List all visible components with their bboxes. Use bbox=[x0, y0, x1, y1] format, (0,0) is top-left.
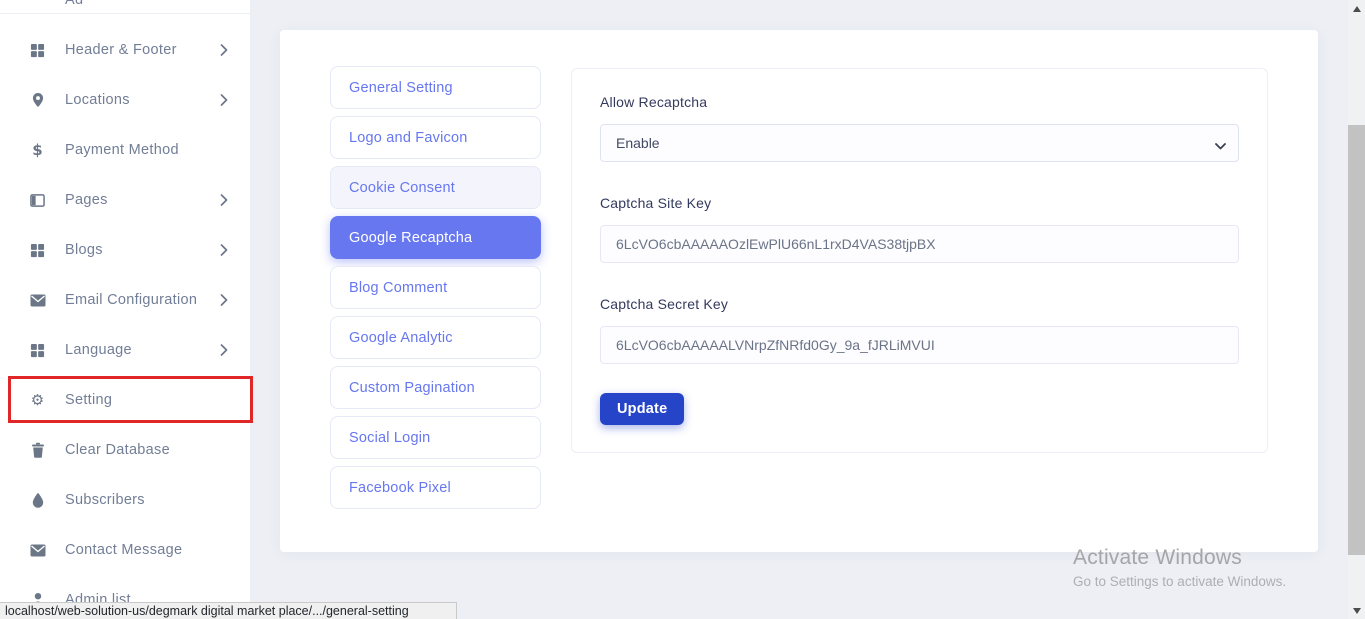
captcha-site-key-label: Captcha Site Key bbox=[600, 195, 1239, 211]
trash-icon bbox=[29, 442, 46, 459]
captcha-secret-key-input[interactable] bbox=[600, 326, 1239, 364]
captcha-site-key-input[interactable] bbox=[600, 225, 1239, 263]
sidebar: Ad Header & Footer Locations $ Payment M… bbox=[0, 0, 250, 619]
envelope-icon bbox=[29, 292, 46, 309]
sidebar-item-pages[interactable]: Pages bbox=[0, 175, 250, 225]
activate-windows-watermark: Activate Windows Go to Settings to activ… bbox=[1073, 546, 1286, 589]
chevron-right-icon bbox=[220, 294, 228, 306]
tab-custom-pagination[interactable]: Custom Pagination bbox=[330, 366, 541, 409]
sidebar-item-label: Blogs bbox=[65, 242, 103, 258]
captcha-secret-key-label: Captcha Secret Key bbox=[600, 296, 1239, 312]
grid-icon bbox=[29, 242, 46, 259]
sidebar-item-locations[interactable]: Locations bbox=[0, 75, 250, 125]
allow-recaptcha-select[interactable]: Enable bbox=[600, 124, 1239, 162]
sidebar-item-email-configuration[interactable]: Email Configuration bbox=[0, 275, 250, 325]
envelope-icon bbox=[29, 542, 46, 559]
tab-cookie-consent[interactable]: Cookie Consent bbox=[330, 166, 541, 209]
chevron-right-icon bbox=[220, 44, 228, 56]
chevron-right-icon bbox=[220, 344, 228, 356]
sidebar-item-label: Setting bbox=[65, 392, 112, 408]
recaptcha-form: Allow Recaptcha Enable Captcha Site Key … bbox=[571, 68, 1268, 453]
pages-icon bbox=[29, 192, 46, 209]
sidebar-item-clear-database[interactable]: Clear Database bbox=[0, 425, 250, 475]
tab-google-recaptcha[interactable]: Google Recaptcha bbox=[330, 216, 541, 259]
sidebar-item-label: Locations bbox=[65, 92, 130, 108]
triangle-down-icon bbox=[1353, 608, 1361, 614]
sidebar-item-setting[interactable]: ⚙ Setting bbox=[0, 375, 250, 425]
tab-blog-comment[interactable]: Blog Comment bbox=[330, 266, 541, 309]
scrollbar-thumb[interactable] bbox=[1348, 125, 1365, 555]
chevron-right-icon bbox=[220, 194, 228, 206]
sidebar-item-label: Subscribers bbox=[65, 492, 145, 508]
admin-settings-page: Ad Header & Footer Locations $ Payment M… bbox=[0, 0, 1365, 619]
settings-content-card: General Setting Logo and Favicon Cookie … bbox=[280, 30, 1318, 552]
sidebar-item-label: Pages bbox=[65, 192, 108, 208]
tab-google-analytic[interactable]: Google Analytic bbox=[330, 316, 541, 359]
settings-tabs: General Setting Logo and Favicon Cookie … bbox=[330, 66, 541, 516]
grid-icon bbox=[29, 42, 46, 59]
gear-icon: ⚙ bbox=[29, 392, 46, 409]
drop-icon bbox=[29, 492, 46, 509]
sidebar-item-header-footer[interactable]: Header & Footer bbox=[0, 25, 250, 75]
watermark-subtitle: Go to Settings to activate Windows. bbox=[1073, 574, 1286, 589]
allow-recaptcha-label: Allow Recaptcha bbox=[600, 94, 1239, 110]
sidebar-item-subscribers[interactable]: Subscribers bbox=[0, 475, 250, 525]
grid-icon bbox=[29, 342, 46, 359]
sidebar-item-label: Payment Method bbox=[65, 142, 179, 158]
browser-status-url: localhost/web-solution-us/degmark digita… bbox=[0, 602, 457, 619]
tab-facebook-pixel[interactable]: Facebook Pixel bbox=[330, 466, 541, 509]
dollar-icon: $ bbox=[29, 142, 46, 159]
sidebar-item-label: Contact Message bbox=[65, 542, 182, 558]
vertical-scrollbar[interactable] bbox=[1348, 0, 1365, 619]
chevron-right-icon bbox=[220, 244, 228, 256]
triangle-up-icon bbox=[1353, 6, 1361, 12]
sidebar-item-label: Header & Footer bbox=[65, 42, 177, 58]
sidebar-item-payment-method[interactable]: $ Payment Method bbox=[0, 125, 250, 175]
sidebar-item-label: Email Configuration bbox=[65, 292, 197, 308]
sidebar-item-label: Clear Database bbox=[65, 442, 170, 458]
sidebar-item-label: Language bbox=[65, 342, 132, 358]
scroll-down-button[interactable] bbox=[1348, 602, 1365, 619]
sidebar-item-language[interactable]: Language bbox=[0, 325, 250, 375]
tab-logo-and-favicon[interactable]: Logo and Favicon bbox=[330, 116, 541, 159]
tab-social-login[interactable]: Social Login bbox=[330, 416, 541, 459]
map-pin-icon bbox=[29, 92, 46, 109]
sidebar-item-contact-message[interactable]: Contact Message bbox=[0, 525, 250, 575]
update-button[interactable]: Update bbox=[600, 393, 684, 425]
sidebar-item-blogs[interactable]: Blogs bbox=[0, 225, 250, 275]
sidebar-item-ad-partial[interactable]: Ad bbox=[65, 0, 83, 8]
sidebar-divider bbox=[0, 13, 250, 14]
sidebar-menu: Header & Footer Locations $ Payment Meth… bbox=[0, 25, 250, 619]
chevron-right-icon bbox=[220, 94, 228, 106]
tab-general-setting[interactable]: General Setting bbox=[330, 66, 541, 109]
scroll-up-button[interactable] bbox=[1348, 0, 1365, 17]
